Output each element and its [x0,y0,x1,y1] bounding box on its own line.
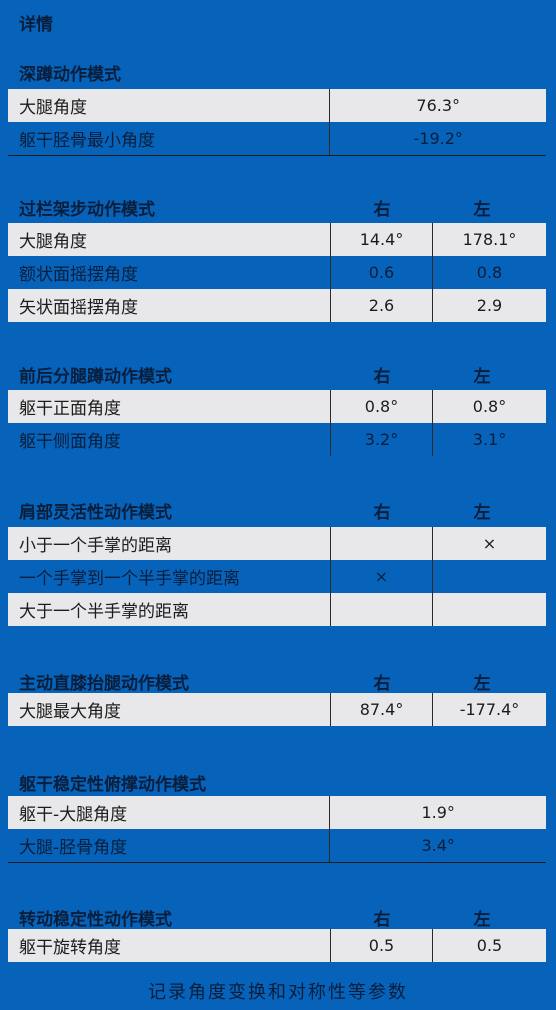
section-title: 过栏架步动作模式 [19,200,155,220]
row-label: 大腿角度 [19,232,87,252]
row-label: 躯干胫骨最小角度 [19,131,155,151]
column-header-right: 右 [373,910,391,930]
table-row: 躯干正面角度 0.8° 0.8° [8,390,546,423]
column-header-right: 右 [373,503,391,523]
table-row: 额状面摇摆角度 0.6 0.8 [8,256,546,289]
row-value: 76.3° [329,89,546,122]
left-value: -177.4° [432,693,546,726]
row-label: 大腿最大角度 [19,702,121,722]
page-title: 详情 [19,15,53,35]
right-value: 0.5 [330,929,432,962]
row-label: 躯干侧面角度 [19,432,121,452]
row-value: -19.2° [329,122,546,155]
table-row: 一个手掌到一个半手掌的距离 × [8,560,546,593]
right-value: 0.6 [330,256,432,289]
column-header-left: 左 [473,674,491,694]
table-row: 大腿角度 14.4° 178.1° [8,223,546,256]
row-value: 3.4° [329,829,546,862]
row-label: 一个手掌到一个半手掌的距离 [19,569,240,589]
row-label: 躯干-大腿角度 [19,805,128,825]
left-value: × [432,527,546,560]
section-title: 躯干稳定性俯撑动作模式 [19,775,206,795]
right-value: 87.4° [330,693,432,726]
row-label: 大腿-胫骨角度 [19,838,128,858]
row-label: 小于一个手掌的距离 [19,536,172,556]
section-squat-header: 深蹲动作模式 [0,58,556,85]
table-row: 大于一个半手掌的距离 [8,593,546,626]
row-label: 躯干旋转角度 [19,938,121,958]
column-header-right: 右 [373,674,391,694]
section-hurdle-step-header: 过栏架步动作模式 右 左 [0,193,556,220]
row-value: 1.9° [329,796,546,829]
section-title: 前后分腿蹲动作模式 [19,367,172,387]
section-shoulder-mobility-header: 肩部灵活性动作模式 右 左 [0,496,556,523]
right-value: 2.6 [330,289,432,322]
section-title: 深蹲动作模式 [19,65,121,85]
column-header-right: 右 [373,200,391,220]
right-value: 3.2° [330,423,432,456]
section-leg-raise-header: 主动直膝抬腿动作模式 右 左 [0,667,556,694]
table-row: 躯干旋转角度 0.5 0.5 [8,929,546,962]
column-header-left: 左 [473,910,491,930]
table-row: 躯干侧面角度 3.2° 3.1° [8,423,546,456]
table-row: 大腿-胫骨角度 3.4° [8,829,546,862]
left-value: 178.1° [432,223,546,256]
row-label: 额状面摇摆角度 [19,265,138,285]
section-title: 肩部灵活性动作模式 [19,503,172,523]
table-row: 大腿角度 76.3° [8,89,546,122]
left-value [432,560,546,593]
section-title: 转动稳定性动作模式 [19,910,172,930]
right-value [330,527,432,560]
right-value: 14.4° [330,223,432,256]
left-value [432,593,546,626]
right-value [330,593,432,626]
table-row: 躯干-大腿角度 1.9° [8,796,546,829]
left-value: 3.1° [432,423,546,456]
column-header-left: 左 [473,200,491,220]
section-split-squat-header: 前后分腿蹲动作模式 右 左 [0,360,556,387]
right-value: × [330,560,432,593]
section-title: 主动直膝抬腿动作模式 [19,674,189,694]
row-label: 矢状面摇摆角度 [19,298,138,318]
column-header-left: 左 [473,367,491,387]
left-value: 2.9 [432,289,546,322]
caption: 记录角度变换和对称性等参数 [148,982,408,1003]
row-label: 大于一个半手掌的距离 [19,602,189,622]
left-value: 0.5 [432,929,546,962]
left-value: 0.8° [432,390,546,423]
section-rotary-stability-header: 转动稳定性动作模式 右 左 [0,903,556,930]
divider [8,155,546,156]
column-header-right: 右 [373,367,391,387]
section-trunk-stability-header: 躯干稳定性俯撑动作模式 [0,768,556,795]
table-row: 大腿最大角度 87.4° -177.4° [8,693,546,726]
right-value: 0.8° [330,390,432,423]
table-row: 矢状面摇摆角度 2.6 2.9 [8,289,546,322]
row-label: 躯干正面角度 [19,399,121,419]
table-row: 小于一个手掌的距离 × [8,527,546,560]
table-row: 躯干胫骨最小角度 -19.2° [8,122,546,155]
divider [8,862,546,863]
column-header-left: 左 [473,503,491,523]
left-value: 0.8 [432,256,546,289]
row-label: 大腿角度 [19,98,87,118]
